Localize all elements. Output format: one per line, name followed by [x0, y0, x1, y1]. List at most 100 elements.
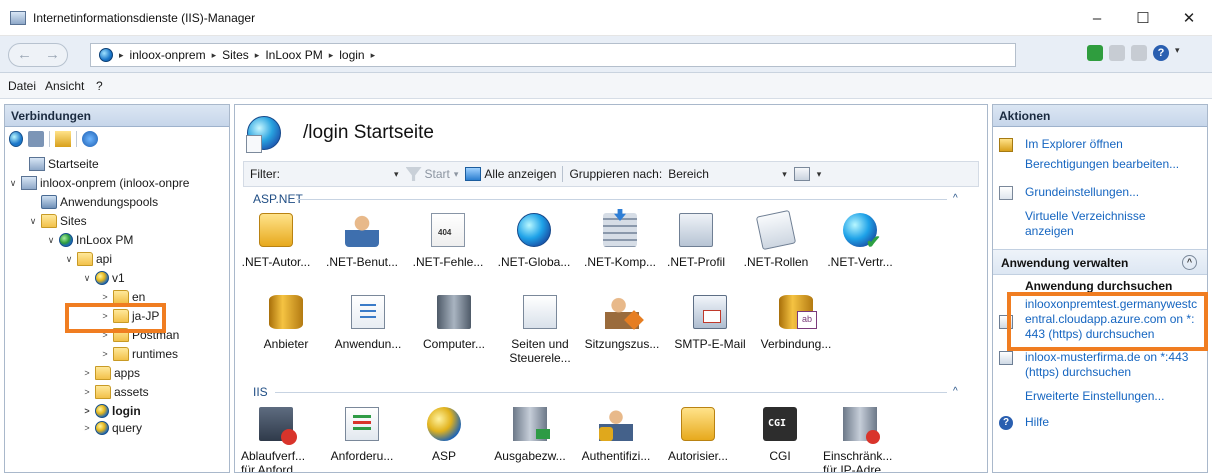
feature-net-profile[interactable]: .NET-Profil — [655, 213, 737, 269]
breadcrumb-item-sites[interactable]: Sites — [222, 48, 249, 62]
view-mode-icon[interactable] — [793, 167, 810, 181]
menu-ansicht[interactable]: Ansicht — [45, 79, 84, 93]
expand-chevron-icon[interactable]: ∨ — [63, 254, 75, 265]
collapse-group-icon[interactable]: ^ — [953, 386, 958, 397]
tree-item-assets[interactable]: > assets — [81, 383, 149, 401]
tree-item-api[interactable]: ∨ api — [63, 250, 112, 268]
minimize-button[interactable]: – — [1074, 0, 1120, 36]
action-view-virtual-dirs[interactable]: Virtuelle Verzeichnisse anzeigen — [993, 209, 1207, 241]
action-label[interactable]: Grundeinstellungen... — [1025, 185, 1139, 200]
collapse-icon[interactable]: ^ — [1182, 255, 1197, 270]
menu-datei[interactable]: Datei — [8, 79, 36, 93]
home-icon[interactable] — [1131, 45, 1147, 61]
expand-chevron-icon[interactable]: ∨ — [81, 273, 93, 284]
start-button[interactable]: Start — [425, 167, 450, 181]
feature-output-caching[interactable]: Ausgabezw... — [489, 407, 571, 463]
action-label[interactable]: Im Explorer öffnen — [1025, 137, 1123, 152]
connect-site-icon[interactable] — [82, 131, 98, 147]
tree-item-app-pools[interactable]: Anwendungspools — [39, 193, 158, 211]
feature-net-authorization[interactable]: .NET-Autor... — [235, 213, 317, 269]
expand-chevron-icon[interactable]: ∨ — [45, 235, 57, 246]
tree-item-startseite[interactable]: Startseite — [27, 155, 99, 173]
feature-request-filtering[interactable]: Anforderu... — [321, 407, 403, 463]
group-title-iis[interactable]: IIS — [253, 385, 268, 399]
feature-smtp-email[interactable]: SMTP-E-Mail — [665, 295, 755, 351]
tree-item-v1[interactable]: ∨ v1 — [81, 269, 125, 287]
tree-item-server[interactable]: ∨ inloox-onprem (inloox-onpre — [7, 174, 189, 192]
feature-authorization[interactable]: Autorisier... — [657, 407, 739, 463]
feature-authentication[interactable]: Authentifizi... — [575, 407, 657, 463]
feature-net-globalization[interactable]: .NET-Globa... — [493, 213, 575, 269]
help-icon[interactable]: ? — [1153, 45, 1169, 61]
tree-item-login[interactable]: > login — [81, 402, 141, 420]
refresh-icon[interactable] — [1087, 45, 1103, 61]
feature-connection-strings[interactable]: Verbindung... — [755, 295, 837, 351]
chevron-down-icon[interactable]: ▾ — [782, 169, 787, 180]
filter-input[interactable] — [290, 165, 390, 183]
tree-item-runtimes[interactable]: > runtimes — [99, 345, 178, 363]
show-all-button[interactable]: Alle anzeigen — [484, 167, 556, 181]
action-browse-musterfirma[interactable]: inloox-musterfirma.de on *:443 (https) d… — [993, 350, 1207, 382]
action-advanced-settings[interactable]: Erweiterte Einstellungen... — [993, 389, 1207, 405]
tree-item-apps[interactable]: > apps — [81, 364, 140, 382]
feature-cgi[interactable]: CGI — [739, 407, 821, 463]
action-basic-settings[interactable]: Grundeinstellungen... — [993, 185, 1207, 201]
feature-net-trust[interactable]: .NET-Vertr... — [819, 213, 901, 269]
feature-failed-request-tracing[interactable]: Ablaufverf... für Anford... — [235, 407, 317, 472]
expand-chevron-icon[interactable]: > — [99, 349, 111, 359]
tree-item-inloox-pm[interactable]: ∨ InLoox PM — [45, 231, 133, 249]
feature-label: SMTP-E-Mail — [674, 337, 746, 351]
forward-button[interactable]: → — [45, 46, 60, 63]
feature-machine-key[interactable]: Computer... — [413, 295, 495, 351]
stop-icon[interactable] — [1109, 45, 1125, 61]
breadcrumb[interactable]: ▸ inloox-onprem ▸ Sites ▸ InLoox PM ▸ lo… — [90, 43, 1016, 67]
expand-chevron-icon[interactable]: > — [99, 292, 111, 302]
action-open-explorer[interactable]: Im Explorer öffnen — [993, 137, 1207, 153]
action-label[interactable]: inloox-musterfirma.de on *:443 (https) d… — [1025, 350, 1201, 380]
connect-icon[interactable] — [9, 131, 23, 147]
expand-chevron-icon[interactable]: ∨ — [7, 178, 19, 189]
menu-help[interactable]: ? — [96, 79, 103, 93]
chevron-down-icon[interactable]: ▾ — [1175, 45, 1183, 61]
tree-item-sites[interactable]: ∨ Sites — [27, 212, 87, 230]
chevron-down-icon[interactable]: ▾ — [454, 169, 459, 180]
breadcrumb-item-app[interactable]: login — [339, 48, 364, 62]
action-label[interactable]: Berechtigungen bearbeiten... — [1025, 157, 1179, 172]
feature-session-state[interactable]: Sitzungszus... — [581, 295, 663, 351]
feature-label: .NET-Vertr... — [827, 255, 893, 269]
tree-item-query[interactable]: > query — [81, 419, 142, 437]
feature-ip-restrictions[interactable]: Einschränk... für IP-Adre... — [819, 407, 901, 472]
action-help[interactable]: ? Hilfe — [993, 415, 1207, 431]
collapse-group-icon[interactable]: ^ — [953, 193, 958, 204]
feature-app-settings[interactable]: Anwendun... — [327, 295, 409, 351]
save-icon[interactable] — [28, 131, 44, 147]
close-button[interactable]: ✕ — [1166, 0, 1212, 36]
expand-chevron-icon[interactable]: > — [81, 387, 93, 397]
action-label[interactable]: Virtuelle Verzeichnisse anzeigen — [1025, 209, 1195, 239]
feature-label: Anwendun... — [334, 337, 402, 351]
feature-net-error-pages[interactable]: .NET-Fehle... — [407, 213, 489, 269]
feature-net-compilation[interactable]: .NET-Komp... — [579, 213, 661, 269]
feature-pages-controls[interactable]: Seiten und Steuerele... — [499, 295, 581, 365]
feature-asp[interactable]: ASP — [403, 407, 485, 463]
action-edit-permissions[interactable]: Berechtigungen bearbeiten... — [993, 157, 1207, 173]
expand-chevron-icon[interactable]: ∨ — [27, 216, 39, 227]
group-title-aspnet[interactable]: ASP.NET — [253, 192, 303, 206]
expand-chevron-icon[interactable]: > — [81, 406, 93, 416]
breadcrumb-item-site[interactable]: InLoox PM — [265, 48, 322, 62]
feature-net-users[interactable]: .NET-Benut... — [321, 213, 403, 269]
action-label[interactable]: Erweiterte Einstellungen... — [1025, 389, 1164, 404]
expand-chevron-icon[interactable]: > — [81, 423, 93, 433]
back-button[interactable]: ← — [17, 46, 32, 63]
section-manage-application[interactable]: Anwendung verwalten ^ — [993, 249, 1207, 275]
feature-net-roles[interactable]: .NET-Rollen — [735, 209, 817, 269]
expand-chevron-icon[interactable]: > — [81, 368, 93, 378]
breadcrumb-item-server[interactable]: inloox-onprem — [130, 48, 206, 62]
up-level-icon[interactable] — [55, 131, 71, 147]
group-by-select[interactable]: Bereich — [668, 167, 778, 181]
chevron-down-icon[interactable]: ▾ — [394, 169, 399, 180]
action-label[interactable]: Hilfe — [1025, 415, 1049, 430]
chevron-down-icon[interactable]: ▾ — [817, 169, 822, 180]
maximize-button[interactable]: ☐ — [1120, 0, 1166, 36]
feature-providers[interactable]: Anbieter — [245, 295, 327, 351]
